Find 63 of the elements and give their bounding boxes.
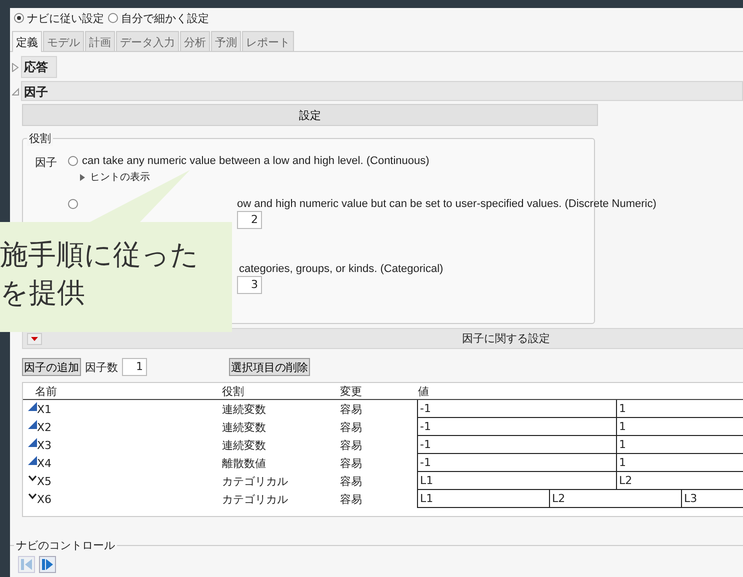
column-header: 名前 [34, 384, 58, 398]
role-option-text: ow and high numeric value but can be set to user-specified values. (Discrete Numeric) [237, 198, 656, 210]
value-cell[interactable]: -1 [417, 454, 617, 472]
step-forward-icon[interactable] [39, 556, 56, 573]
tab[interactable]: 計画 [85, 31, 115, 51]
factor-name[interactable]: X3 [37, 439, 52, 452]
table-cell-text: 連続変数 [222, 438, 267, 452]
tab[interactable]: データ入力 [116, 31, 179, 51]
tab[interactable]: 予測 [211, 31, 241, 51]
settings-button[interactable]: 設定 [22, 104, 598, 126]
role-option-text: categories, groups, or kinds. (Categorical) [239, 263, 444, 275]
factor-count-label: 因子数 [85, 360, 118, 374]
table-cell-text: 容易 [340, 420, 363, 434]
disclosure-icon[interactable] [12, 62, 20, 72]
add-factor-button[interactable]: 因子の追加 [22, 358, 81, 376]
value-cell[interactable]: L1 [417, 490, 550, 508]
delete-selected-button[interactable]: 選択項目の削除 [229, 358, 310, 376]
table-cell-text: 容易 [340, 438, 363, 452]
factor-label: 因子 [35, 156, 57, 169]
factor-count-field[interactable]: 1 [122, 358, 147, 376]
level-count-field[interactable]: 3 [237, 276, 262, 294]
disclosure-icon[interactable] [12, 86, 20, 96]
value-cell[interactable]: L1 [417, 472, 617, 490]
tab[interactable]: 分析 [180, 31, 210, 51]
table-cell-text: 容易 [340, 456, 363, 470]
tab[interactable]: モデル [43, 31, 84, 51]
section-header[interactable]: 因子 [21, 81, 743, 101]
mode-radio-option[interactable]: ナビに従い設定 [14, 10, 104, 26]
table-cell-text: 連続変数 [222, 402, 267, 416]
factor-name[interactable]: X2 [37, 421, 52, 434]
group-legend: 役割 [27, 131, 53, 146]
group-legend: ナビのコントロール [14, 538, 117, 553]
section-header[interactable]: 応答 [21, 56, 57, 78]
callout-text: 施手順に従った を提供 [0, 237, 199, 311]
tab[interactable]: レポート [242, 31, 294, 51]
radio-icon[interactable] [68, 156, 78, 166]
radio-icon[interactable] [68, 199, 78, 209]
table-cell-text: 離散数値 [222, 456, 267, 470]
table-cell-text: 容易 [340, 474, 363, 488]
factor-name[interactable]: X6 [37, 493, 52, 506]
factor-settings-title: 因子に関する設定 [462, 331, 550, 346]
column-header: 値 [418, 384, 429, 398]
table-cell-text: カテゴリカル [222, 474, 289, 488]
mode-radio-option[interactable]: 自分で細かく設定 [108, 10, 209, 26]
factor-name[interactable]: X5 [37, 475, 52, 488]
value-cell[interactable]: -1 [417, 400, 617, 418]
factor-name[interactable]: X4 [37, 457, 52, 470]
hint-toggle[interactable]: ヒントの表示 [90, 170, 150, 184]
value-cell[interactable]: -1 [417, 418, 617, 436]
column-header: 役割 [222, 384, 245, 398]
tab[interactable]: 定義 [12, 31, 42, 52]
table-cell-text: 連続変数 [222, 420, 267, 434]
factor-name[interactable]: X1 [37, 403, 52, 416]
radio-icon[interactable] [14, 13, 24, 23]
role-option-text: can take any numeric value between a low and high level. (Continuous) [82, 155, 430, 167]
expand-triangle-icon[interactable] [80, 174, 85, 180]
table-cell-text: 容易 [340, 492, 363, 506]
table-cell-text: 容易 [340, 402, 363, 416]
column-header: 変更 [340, 384, 363, 398]
level-count-field[interactable]: 2 [237, 211, 262, 229]
table-cell-text: カテゴリカル [222, 492, 289, 506]
radio-icon[interactable] [108, 13, 118, 23]
value-cell[interactable]: -1 [417, 436, 617, 454]
